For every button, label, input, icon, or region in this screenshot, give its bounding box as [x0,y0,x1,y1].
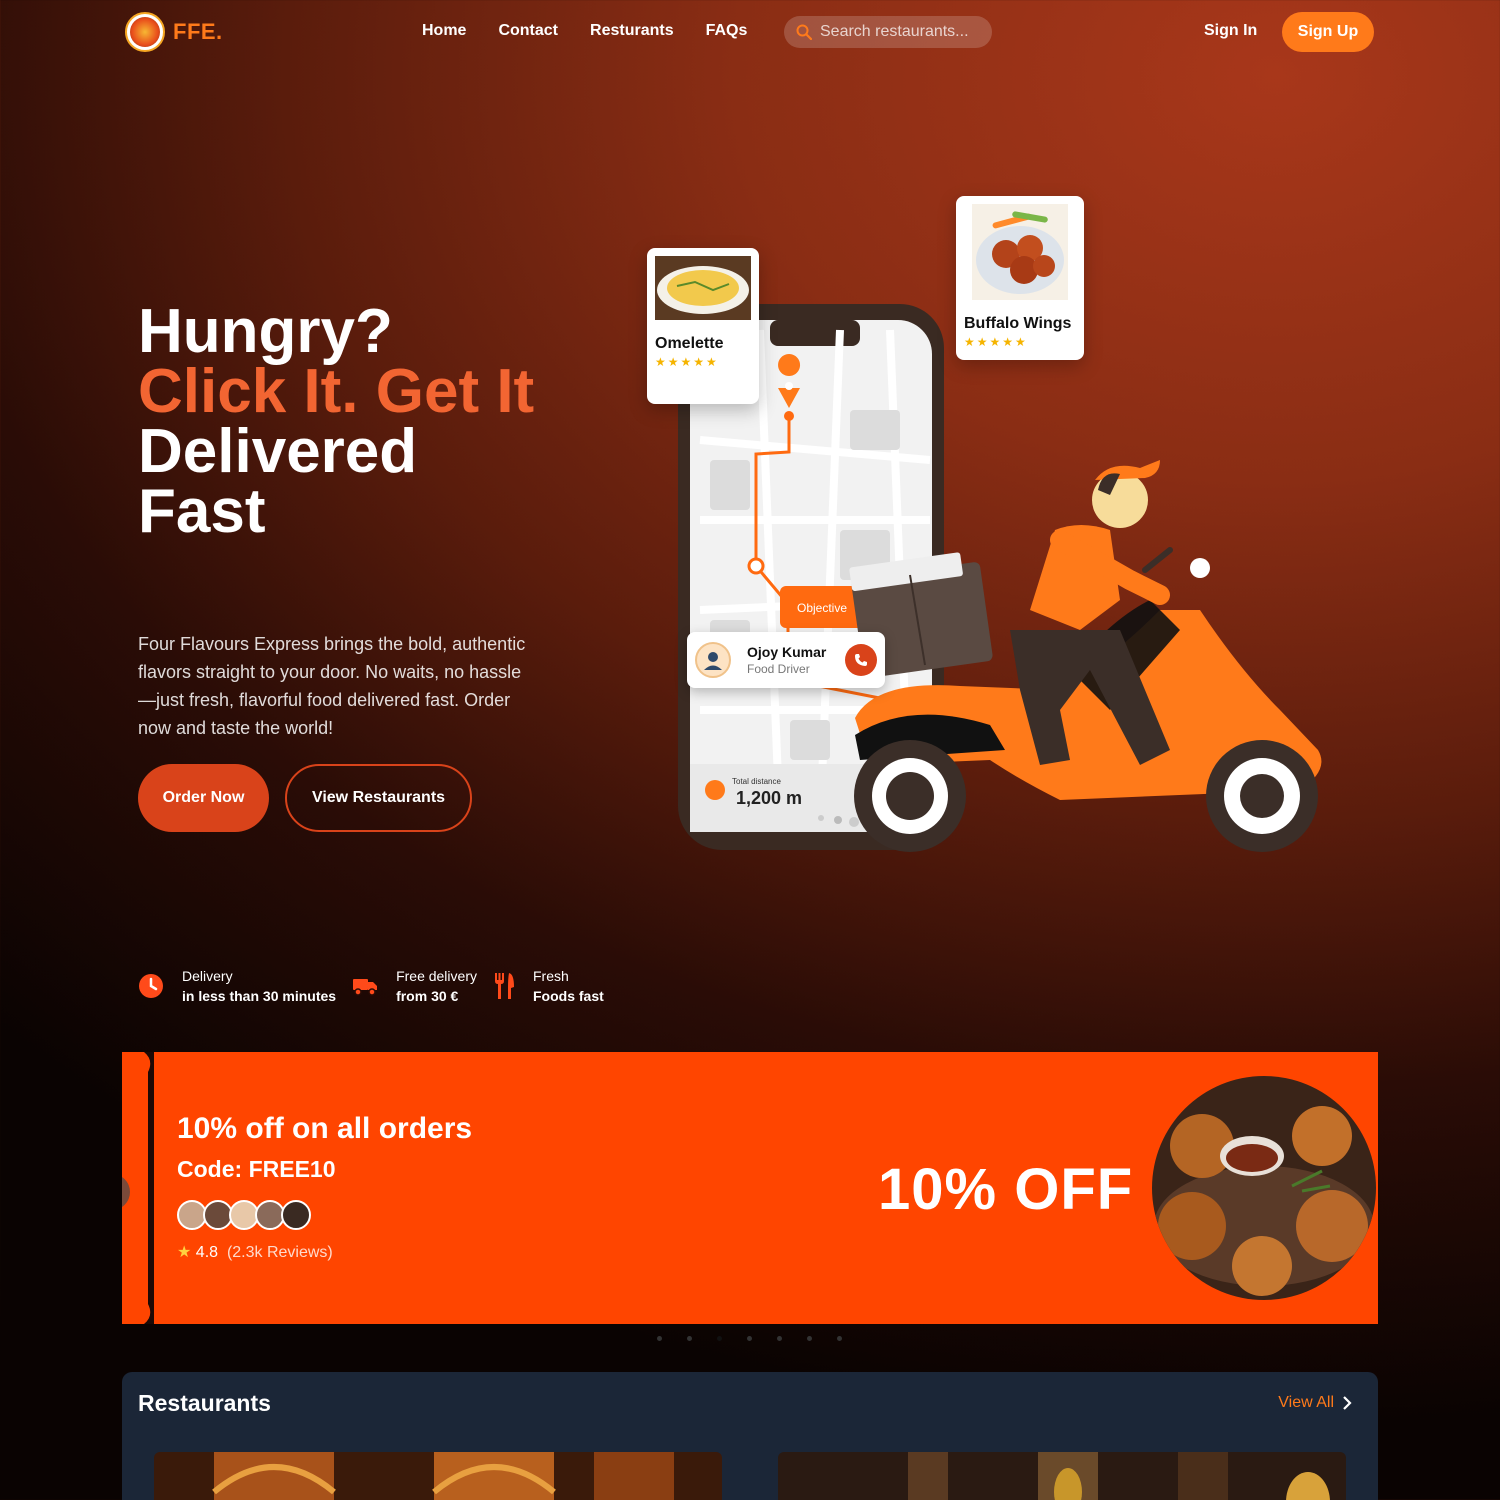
restaurants-title: Restaurants [138,1390,271,1416]
feature-subtitle: Foods fast [532,988,604,1004]
feature-subtitle: in less than 30 minutes [182,988,337,1004]
logo-text: FFE. [173,19,223,44]
feature-free-delivery: Free delivery from 30 € [352,966,477,1006]
driver-role: Food Driver [747,662,810,676]
logo-badge-icon [125,12,165,52]
review-count: (2.3k Reviews) [226,1244,333,1261]
feature-subtitle: from 30 € [396,988,459,1004]
buffalo-wings-image [972,204,1068,300]
nav-link-faqs[interactable]: FAQs [706,22,748,40]
phone-call-icon[interactable] [845,644,877,676]
promo-code-value: FREE10 [248,1156,336,1182]
carousel-dot[interactable] [747,1336,752,1341]
nav-links: Home Contact Resturants FAQs [422,22,747,40]
rating-stars-icon: ★★★★★ [964,335,1028,349]
star-icon: ★ [177,1244,192,1261]
restaurant-image[interactable] [778,1452,1346,1500]
carousel-dot-active[interactable] [717,1336,722,1341]
hero-description: Four Flavours Express brings the bold, a… [138,634,526,738]
carousel-dot[interactable] [657,1336,662,1341]
chevron-right-icon [1343,1396,1352,1410]
sign-in-link[interactable]: Sign In [1204,22,1257,40]
hero-line-3: Delivered Fast [138,417,418,546]
hero-line-2: Click It. Get It [138,357,535,426]
carousel-dot[interactable] [687,1336,692,1341]
distance-label: Total distance [732,777,781,786]
carousel-dot[interactable] [837,1336,842,1341]
reviewer-avatars [177,1200,311,1230]
restaurant-image[interactable] [154,1452,722,1500]
hero-headline: Hungry? Click It. Get It Delivered Fast [138,301,558,543]
driver-card: Ojoy Kumar Food Driver [687,632,885,688]
feature-title: Free delivery [396,968,477,984]
search-icon [796,24,812,40]
restaurants-section: Restaurants View All [122,1372,1378,1500]
utensils-icon [494,973,514,999]
order-now-button[interactable]: Order Now [138,764,269,832]
hero-line-1: Hungry? [138,297,393,366]
feature-fresh-food: Fresh Foods fast [493,966,604,1006]
food-card-buffalo-wings[interactable]: Buffalo Wings ★★★★★ [956,196,1084,360]
feature-title: Delivery [182,968,233,984]
driver-name: Ojoy Kumar [747,644,827,660]
carousel-dots [657,1336,842,1341]
distance-value: 1,200 m [736,788,802,808]
feature-delivery: Delivery in less than 30 minutes [138,966,336,1006]
search-input[interactable] [820,23,980,41]
fried-chicken-image [1152,1076,1376,1300]
sign-up-button[interactable]: Sign Up [1282,12,1374,52]
promo-headline: 10% off on all orders [177,1112,473,1145]
driver-avatar-icon [695,642,731,678]
carousel-dot[interactable] [777,1336,782,1341]
features-row: Delivery in less than 30 minutes Free del… [138,966,604,1006]
nav-link-restaurants[interactable]: Resturants [590,22,674,40]
promo-discount-text: 10% OFF [878,1157,1134,1222]
food-card-omelette[interactable]: Omelette ★★★★★ [647,248,759,404]
carousel-dot[interactable] [807,1336,812,1341]
view-restaurants-button[interactable]: View Restaurants [285,764,472,832]
nav-link-contact[interactable]: Contact [498,22,558,40]
feature-title: Fresh [532,968,569,984]
rating-value: 4.8 [195,1244,219,1261]
food-card-name: Buffalo Wings [964,315,1072,332]
brand-logo[interactable]: FFE. [125,12,223,52]
search-bar [784,16,992,48]
omelette-image [655,256,751,320]
promo-rating: ★ 4.8 (2.3k Reviews) [177,1242,333,1262]
map-objective-label: Objective [797,601,847,615]
carousel-previous-slide-edge [122,1052,154,1324]
promo-banner[interactable]: 10% off on all orders Code: FREE10 ★ 4.8… [122,1052,1378,1324]
view-all-label: View All [1278,1394,1334,1411]
rating-stars-icon: ★★★★★ [655,355,719,369]
view-all-link[interactable]: View All [1278,1394,1352,1412]
avatar [281,1200,311,1230]
clock-icon [139,974,163,998]
top-navbar: FFE. Home Contact Resturants FAQs Sign I… [0,0,1500,64]
nav-link-home[interactable]: Home [422,22,466,40]
promo-code: Code: FREE10 [177,1156,336,1183]
promo-code-label: Code: [177,1156,249,1182]
food-card-name: Omelette [655,335,724,352]
truck-icon [353,979,378,996]
